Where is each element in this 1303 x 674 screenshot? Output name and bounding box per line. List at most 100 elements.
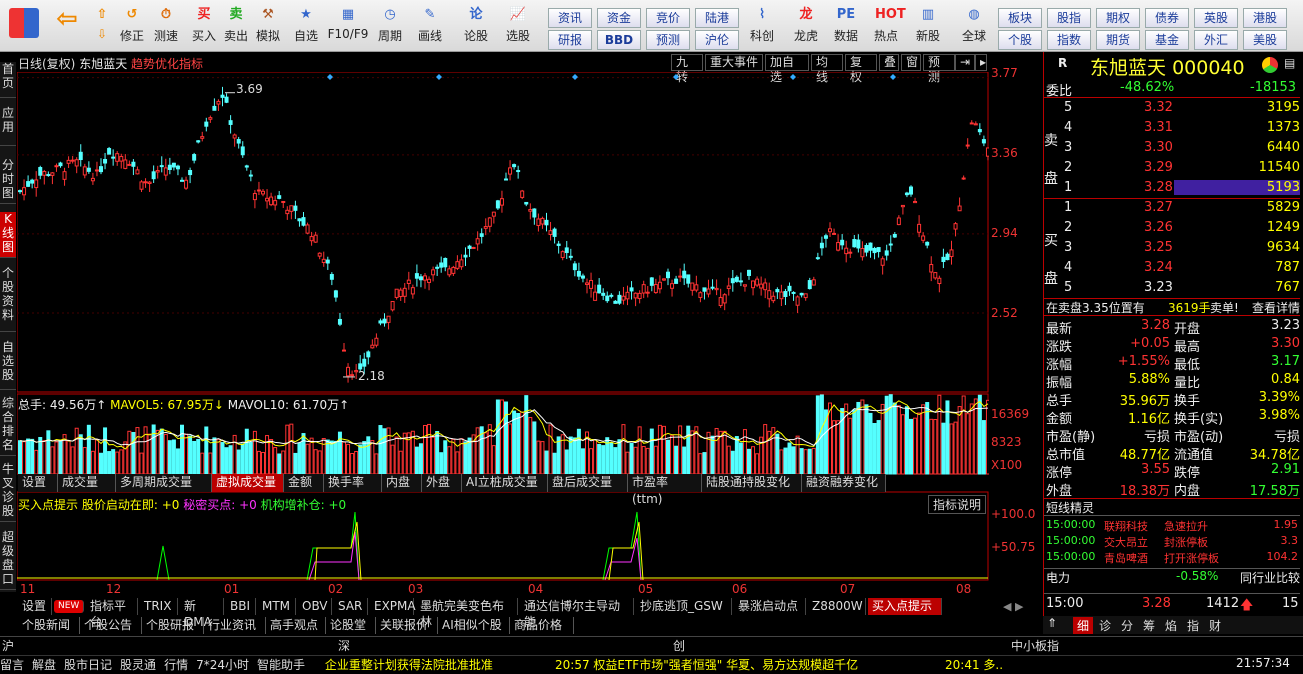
- indicator-tab-0[interactable]: 设置: [18, 598, 52, 615]
- indicator-tab-13[interactable]: 暴涨启动点: [734, 598, 806, 615]
- event-marker[interactable]: [673, 74, 679, 80]
- indicator-tab-14[interactable]: Z8800W: [808, 598, 866, 615]
- back-button[interactable]: ⇦: [48, 2, 86, 50]
- market-sz[interactable]: 深: [338, 637, 350, 654]
- sub-tab-12[interactable]: 融资融券变化: [802, 474, 886, 492]
- chart-btn-6[interactable]: 窗: [901, 54, 921, 71]
- ticker-item[interactable]: 股市日记: [64, 658, 112, 672]
- toolbar-btn-14[interactable]: HOT 热点: [868, 2, 906, 50]
- side-tab-orderbook[interactable]: 超级盘口: [0, 530, 16, 590]
- sub-tab-1[interactable]: 成交量: [58, 474, 116, 492]
- alert-detail-link[interactable]: 查看详情: [1252, 299, 1300, 316]
- indicator-tab-1[interactable]: NEW: [54, 600, 84, 613]
- chart-btn-1[interactable]: 重大事件: [705, 54, 763, 71]
- scroll-arrows-icon[interactable]: ◀ ▶: [1003, 600, 1039, 614]
- menu-icon[interactable]: ▤: [1284, 56, 1295, 70]
- grid-btn-6[interactable]: 预测: [646, 30, 690, 50]
- info-tab-7[interactable]: AI相似个股: [438, 617, 510, 634]
- side-tab-home[interactable]: 首页: [0, 62, 16, 98]
- indicator-tab-7[interactable]: OBV: [298, 598, 332, 615]
- toolbar-btn-7[interactable]: ◷ 周期: [372, 2, 408, 50]
- period-label[interactable]: 日线(复权): [18, 57, 75, 71]
- event-marker[interactable]: [572, 74, 578, 80]
- toolbar-btn-16[interactable]: ◍ 全球: [956, 2, 992, 50]
- sub-tab-4[interactable]: 金额: [284, 474, 324, 492]
- side-tab-kline[interactable]: K线图: [0, 212, 16, 258]
- toolbar-btn-15[interactable]: ▥ 新股: [910, 2, 946, 50]
- ticker-item[interactable]: 股灵通: [120, 658, 156, 672]
- info-tab-5[interactable]: 论股堂: [326, 617, 376, 634]
- chart-btn-5[interactable]: 叠: [879, 54, 899, 71]
- ticker-news2[interactable]: 20:57 权益ETF市场"强者恒强" 华夏、易方达规模超千亿: [555, 656, 858, 673]
- indicator-tab-2[interactable]: 指标平台: [86, 598, 138, 629]
- quote-tab-4[interactable]: 焰: [1161, 617, 1181, 634]
- arrow-right-icon[interactable]: ▸: [975, 54, 987, 71]
- quote-tab-5[interactable]: 指: [1183, 617, 1203, 634]
- chart-btn-0[interactable]: 九转: [671, 54, 703, 84]
- info-tab-6[interactable]: 关联报价: [376, 617, 438, 634]
- market-btn[interactable]: 股指: [1047, 8, 1091, 28]
- indicator-name[interactable]: 趋势优化指标: [131, 57, 203, 71]
- chart-btn-7[interactable]: 预测: [923, 54, 955, 84]
- pin-icon[interactable]: ⇥: [955, 54, 975, 71]
- market-btn[interactable]: 个股: [998, 30, 1042, 50]
- elite-title[interactable]: 短线精灵: [1044, 498, 1300, 516]
- sub-tab-2[interactable]: 多周期成交量: [116, 474, 212, 492]
- indicator-tab-10[interactable]: 墨航完美变色布林: [416, 598, 518, 629]
- sub-tab-3[interactable]: 虚拟成交量: [212, 474, 284, 492]
- grid-btn-0[interactable]: 资讯: [548, 8, 592, 28]
- market-cy[interactable]: 创: [673, 637, 685, 654]
- grid-btn-4[interactable]: 研报: [548, 30, 592, 50]
- info-tab-3[interactable]: 行业资讯: [204, 617, 266, 634]
- quote-tab-1[interactable]: 诊: [1095, 617, 1115, 634]
- event-marker[interactable]: [436, 74, 442, 80]
- compare-button[interactable]: 同行业比较: [1240, 569, 1300, 586]
- indicator-tab-6[interactable]: MTM: [258, 598, 296, 615]
- market-btn[interactable]: 美股: [1243, 30, 1287, 50]
- market-btn[interactable]: 外汇: [1194, 30, 1238, 50]
- market-btn[interactable]: 港股: [1243, 8, 1287, 28]
- pin-up-icon[interactable]: ⇑: [1047, 616, 1057, 630]
- chart-btn-2[interactable]: 加自选: [765, 54, 809, 84]
- grid-btn-3[interactable]: 陆港: [695, 8, 739, 28]
- indicator-tab-8[interactable]: SAR: [334, 598, 368, 615]
- market-zxb[interactable]: 中小板指: [1011, 637, 1059, 654]
- info-tab-0[interactable]: 个股新闻: [18, 617, 80, 634]
- toolbar-btn-2[interactable]: 买买入: [186, 2, 222, 50]
- side-tab-intraday[interactable]: 分时图: [0, 158, 16, 204]
- market-sh[interactable]: 沪: [2, 637, 14, 654]
- event-marker[interactable]: [890, 74, 896, 80]
- side-tab-profile[interactable]: 个股资料: [0, 266, 16, 332]
- indicator-tab-11[interactable]: 通达信博尔主导动能: [520, 598, 634, 629]
- toolbar-btn-4[interactable]: ⚒ 模拟: [250, 2, 286, 50]
- market-btn[interactable]: 板块: [998, 8, 1042, 28]
- ticker-item[interactable]: 行情: [164, 658, 188, 672]
- toolbar-btn-13[interactable]: PE 数据: [828, 2, 864, 50]
- toolbar-btn-3[interactable]: 卖卖出: [218, 2, 254, 50]
- indicator-tab-15[interactable]: 买入点提示: [868, 598, 942, 615]
- up-down-button[interactable]: ⇧ ⇩: [90, 2, 114, 50]
- ticker-item[interactable]: 留言: [0, 658, 24, 672]
- sub-tab-5[interactable]: 换手率: [324, 474, 382, 492]
- toolbar-btn-1[interactable]: ⏱ 测速: [148, 2, 184, 50]
- info-tab-2[interactable]: 个股研报: [142, 617, 204, 634]
- indicator-tab-9[interactable]: EXPMA: [370, 598, 416, 615]
- market-btn[interactable]: 债券: [1145, 8, 1189, 28]
- elite-row[interactable]: 15:00:00 青岛啤酒 打开涨停板 104.2: [1044, 550, 1300, 568]
- indicator-tab-5[interactable]: BBI: [226, 598, 256, 615]
- app-logo-icon[interactable]: [6, 2, 42, 50]
- sub-tab-10[interactable]: 市盈率(ttm): [628, 474, 702, 506]
- side-tab-watchlist[interactable]: 自选股: [0, 340, 16, 390]
- quote-tab-3[interactable]: 筹: [1139, 617, 1159, 634]
- toolbar-btn-5[interactable]: ★ 自选: [288, 2, 324, 50]
- market-btn[interactable]: 期货: [1096, 30, 1140, 50]
- pie-icon[interactable]: [1262, 57, 1278, 73]
- sub-tab-11[interactable]: 陆股通持股变化: [702, 474, 802, 492]
- sector-name[interactable]: 电力: [1046, 569, 1070, 586]
- grid-btn-7[interactable]: 沪伦: [695, 30, 739, 50]
- sub-tab-7[interactable]: 外盘: [422, 474, 462, 492]
- toolbar-btn-12[interactable]: 龙龙虎: [788, 2, 824, 50]
- quote-tab-6[interactable]: 财: [1205, 617, 1225, 634]
- ticker-item[interactable]: 智能助手: [257, 658, 305, 672]
- ticker-item[interactable]: 解盘: [32, 658, 56, 672]
